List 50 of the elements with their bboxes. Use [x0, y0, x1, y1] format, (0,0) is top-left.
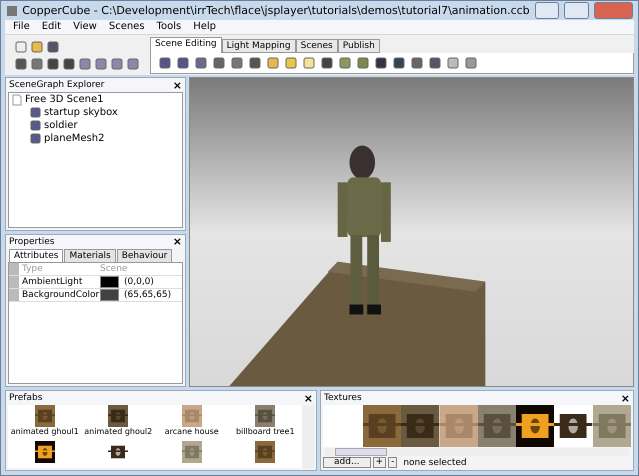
tree-item[interactable]: soldier: [44, 120, 78, 131]
tab[interactable]: Behaviour: [116, 248, 172, 262]
table-header: Scene: [97, 262, 182, 276]
color-swatch[interactable]: [100, 276, 119, 288]
close-icon[interactable]: ×: [172, 235, 182, 248]
close-icon[interactable]: ×: [620, 392, 630, 404]
scrollbar-thumb[interactable]: [335, 448, 387, 456]
tab[interactable]: Attributes: [9, 248, 64, 262]
close-icon[interactable]: ×: [172, 78, 182, 92]
status-text: none selected: [403, 458, 467, 468]
tab[interactable]: Publish: [338, 39, 380, 53]
menu-item[interactable]: Edit: [36, 20, 68, 34]
menu-item[interactable]: View: [67, 20, 103, 34]
property-value[interactable]: (65,65,65): [124, 288, 172, 300]
row-header: [9, 262, 19, 276]
tab[interactable]: Scenes: [296, 39, 338, 53]
tree-item[interactable]: Free 3D Scene1: [25, 94, 104, 105]
prefab-label[interactable]: billboard tree1: [236, 427, 295, 436]
app-icon: [6, 4, 18, 16]
menu-item[interactable]: Tools: [150, 20, 188, 34]
tree-item[interactable]: startup skybox: [44, 107, 118, 118]
row-header: [9, 276, 19, 288]
menu-item[interactable]: Scenes: [102, 20, 151, 34]
menu-item[interactable]: File: [7, 20, 36, 34]
window-title: CopperCube - C:\Development\irrTech\flace\jsplayer\tutorials\demos\tutorial7\animation.ccb: [22, 4, 530, 17]
close-icon[interactable]: ×: [304, 392, 313, 404]
panel-title: Properties: [9, 236, 54, 246]
property-name: AmbientLight: [19, 276, 97, 288]
add-button[interactable]: add...: [323, 457, 371, 468]
panel-title: SceneGraph Explorer: [9, 80, 104, 90]
close-button[interactable]: [594, 2, 633, 19]
tree-item[interactable]: planeMesh2: [44, 133, 104, 144]
prefab-label[interactable]: animated ghoul1: [10, 427, 79, 436]
property-value[interactable]: (0,0,0): [124, 276, 154, 288]
panel-title: Textures: [324, 393, 362, 403]
tab[interactable]: Scene Editing: [150, 37, 222, 53]
color-swatch[interactable]: [100, 288, 119, 300]
menu-item[interactable]: Help: [187, 20, 222, 34]
table-header: Type: [19, 262, 97, 276]
property-name: BackgroundColor: [19, 288, 97, 302]
maximize-button[interactable]: [564, 2, 589, 19]
row-header: [9, 288, 19, 302]
tab[interactable]: Light Mapping: [222, 39, 296, 53]
minus-button[interactable]: -: [388, 457, 398, 468]
prefab-label[interactable]: animated ghoul2: [84, 427, 152, 436]
tab[interactable]: Materials: [64, 248, 116, 262]
prefab-label[interactable]: arcane house: [164, 427, 219, 436]
panel-title: Prefabs: [9, 393, 42, 403]
minimize-button[interactable]: [534, 2, 560, 19]
plus-button[interactable]: +: [372, 457, 386, 468]
